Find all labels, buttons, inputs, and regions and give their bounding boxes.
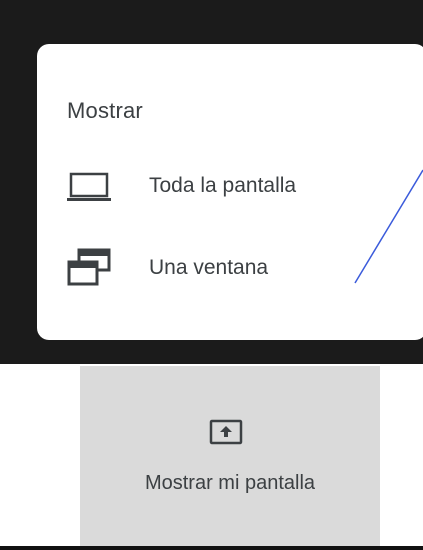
menu-item-window[interactable]: Una ventana — [67, 246, 407, 290]
window-icon — [67, 246, 117, 290]
menu-item-label: Toda la pantalla — [149, 174, 297, 197]
present-screen-button[interactable]: Mostrar mi pantalla — [80, 366, 380, 546]
bottom-divider — [0, 546, 423, 550]
present-screen-label: Mostrar mi pantalla — [144, 472, 316, 494]
laptop-icon — [67, 164, 117, 208]
menu-item-entire-screen[interactable]: Toda la pantalla — [67, 164, 407, 208]
menu-title: Mostrar — [67, 98, 143, 123]
present-options-menu: Mostrar Toda la pantalla Una ventana — [37, 44, 423, 340]
present-screen-icon — [208, 418, 244, 448]
menu-item-label: Una ventana — [149, 256, 269, 279]
